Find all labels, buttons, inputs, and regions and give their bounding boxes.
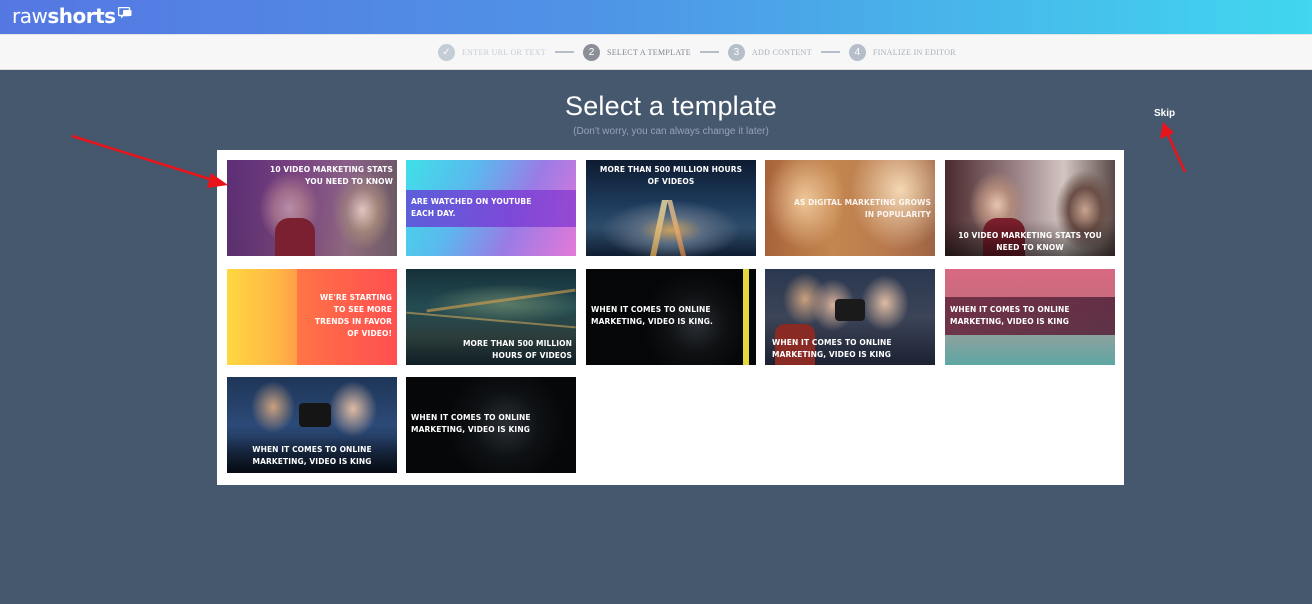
- template-card[interactable]: MORE THAN 500 MILLION HOURS OF VIDEOS: [586, 160, 756, 256]
- template-caption: AS DIGITAL MARKETING GROWS IN POPULARITY: [793, 198, 931, 219]
- chat-bubble-icon: [117, 7, 132, 19]
- template-card[interactable]: WHEN IT COMES TO ONLINE MARKETING, VIDEO…: [765, 269, 935, 365]
- template-card[interactable]: 10 VIDEO MARKETING STATS YOU NEED TO KNO…: [227, 160, 397, 256]
- template-caption: WHEN IT COMES TO ONLINE MARKETING, VIDEO…: [252, 445, 372, 466]
- logo-text: rawshorts: [12, 4, 116, 28]
- template-card[interactable]: AS DIGITAL MARKETING GROWS IN POPULARITY: [765, 160, 935, 256]
- step-connector: [554, 51, 574, 53]
- template-caption: MORE THAN 500 MILLION HOURS OF VIDEOS: [462, 339, 572, 360]
- template-card[interactable]: ARE WATCHED ON YOUTUBE EACH DAY.: [406, 160, 576, 256]
- step-label: SELECT A TEMPLATE: [606, 47, 691, 57]
- step-enter-url[interactable]: ✓ ENTER URL OR TEXT: [438, 43, 546, 61]
- rawshorts-logo[interactable]: rawshorts: [12, 4, 132, 28]
- template-card[interactable]: WHEN IT COMES TO ONLINE MARKETING, VIDEO…: [586, 269, 756, 365]
- step-connector: [699, 51, 719, 53]
- skip-link[interactable]: Skip: [1154, 108, 1175, 119]
- template-caption: WHEN IT COMES TO ONLINE MARKETING, VIDEO…: [950, 305, 1070, 326]
- step-label: ADD CONTENT: [751, 47, 812, 57]
- step-label: FINALIZE IN EDITOR: [872, 47, 956, 57]
- step-add-content[interactable]: 3 ADD CONTENT: [727, 43, 812, 61]
- step-number: 3: [727, 43, 745, 61]
- template-caption: 10 VIDEO MARKETING STATS YOU NEED TO KNO…: [270, 165, 393, 186]
- template-caption: WE'RE STARTING TO SEE MORE TRENDS IN FAV…: [314, 293, 392, 338]
- template-card[interactable]: 10 VIDEO MARKETING STATS YOU NEED TO KNO…: [945, 160, 1115, 256]
- template-caption: 10 VIDEO MARKETING STATS YOU NEED TO KNO…: [958, 231, 1102, 252]
- step-connector: [820, 51, 840, 53]
- page-subtitle: (Don't worry, you can always change it l…: [573, 126, 769, 137]
- page-title: Select a template: [564, 91, 778, 121]
- template-caption: WHEN IT COMES TO ONLINE MARKETING, VIDEO…: [772, 338, 892, 359]
- template-caption: WHEN IT COMES TO ONLINE MARKETING, VIDEO…: [591, 305, 713, 326]
- step-select-template[interactable]: 2 SELECT A TEMPLATE: [582, 43, 691, 61]
- step-finalize[interactable]: 4 FINALIZE IN EDITOR: [848, 43, 956, 61]
- progress-stepper-bar: ✓ ENTER URL OR TEXT 2 SELECT A TEMPLATE …: [0, 34, 1312, 70]
- step-number: 2: [582, 43, 600, 61]
- arrow-pointing-first-template: [71, 134, 228, 188]
- progress-stepper: ✓ ENTER URL OR TEXT 2 SELECT A TEMPLATE …: [438, 42, 956, 62]
- step-number: 4: [848, 43, 866, 61]
- template-card[interactable]: WHEN IT COMES TO ONLINE MARKETING, VIDEO…: [227, 377, 397, 473]
- template-card[interactable]: WHEN IT COMES TO ONLINE MARKETING, VIDEO…: [945, 269, 1115, 365]
- template-card[interactable]: WE'RE STARTING TO SEE MORE TRENDS IN FAV…: [227, 269, 397, 365]
- template-card[interactable]: MORE THAN 500 MILLION HOURS OF VIDEOS: [406, 269, 576, 365]
- step-label: ENTER URL OR TEXT: [462, 47, 546, 57]
- template-caption: ARE WATCHED ON YOUTUBE EACH DAY.: [411, 197, 532, 218]
- step-check-icon: ✓: [438, 43, 455, 61]
- top-header: rawshorts: [0, 0, 1312, 34]
- template-caption: WHEN IT COMES TO ONLINE MARKETING, VIDEO…: [411, 413, 531, 434]
- template-caption: MORE THAN 500 MILLION HOURS OF VIDEOS: [599, 165, 743, 186]
- template-card[interactable]: WHEN IT COMES TO ONLINE MARKETING, VIDEO…: [406, 377, 576, 473]
- template-grid: 10 VIDEO MARKETING STATS YOU NEED TO KNO…: [217, 150, 1124, 485]
